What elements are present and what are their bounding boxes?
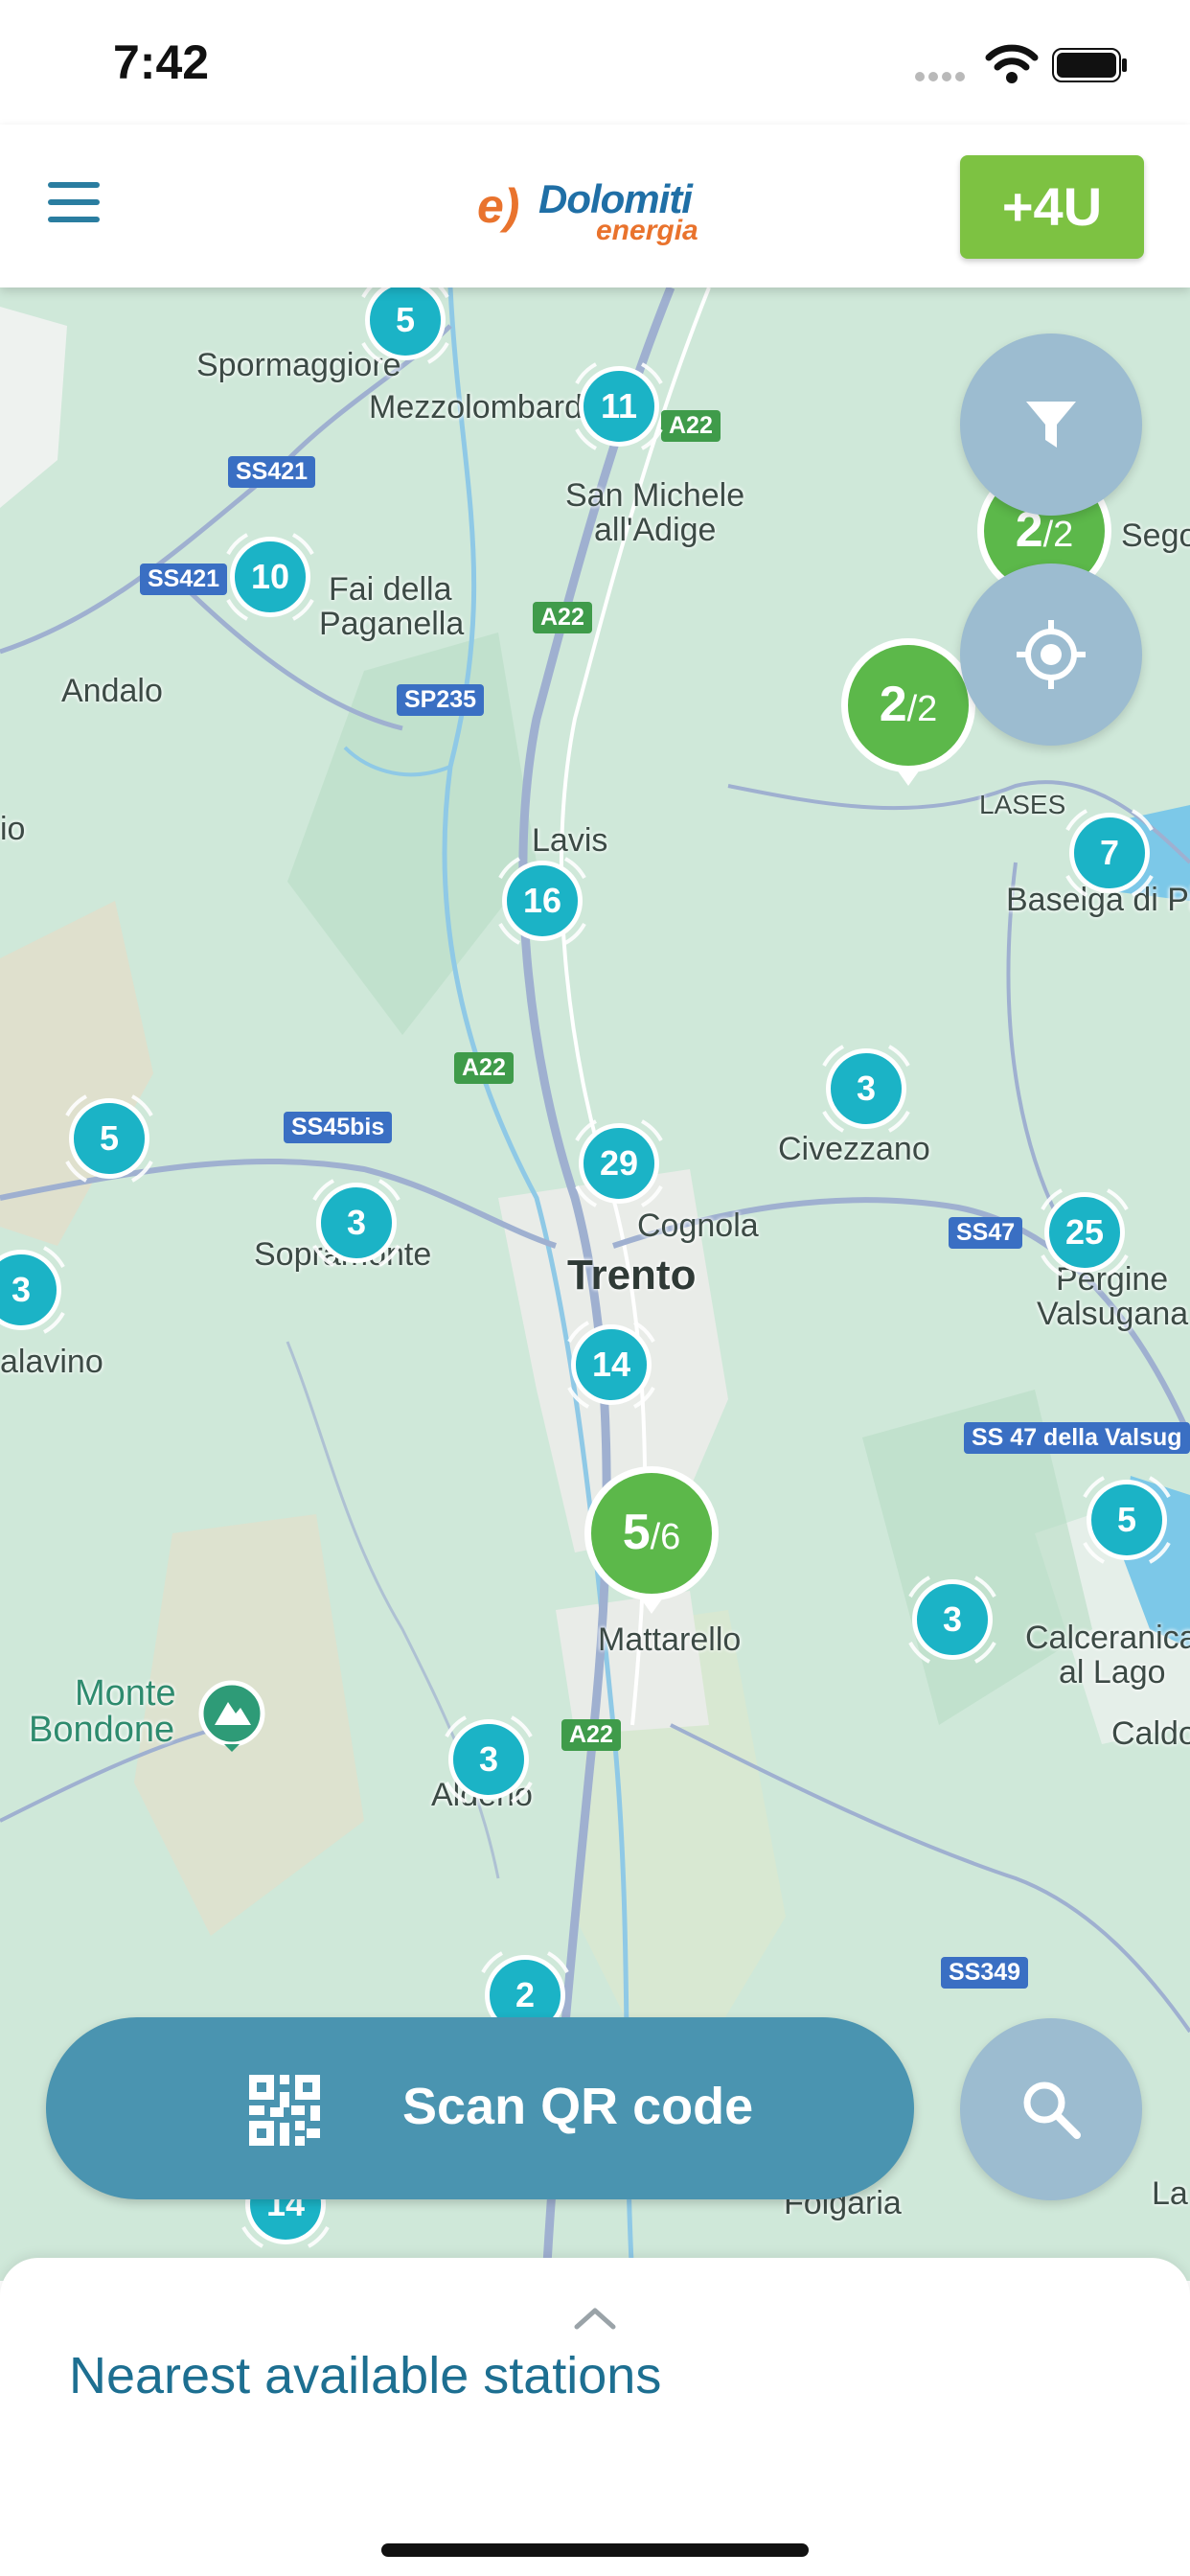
locate-me-button[interactable] [960,564,1142,746]
road-shield: SS421 [228,456,316,488]
logo-mark: e) [477,179,520,233]
station-cluster[interactable]: 3 [822,1045,910,1133]
station-cluster[interactable]: 11 [575,362,663,450]
station-available: 5 [622,1505,651,1560]
road-shield: SP235 [397,684,485,716]
place-label: Mattarello [598,1622,742,1658]
road-shield: SS45bis [284,1112,393,1143]
station-available: 2 [879,677,907,732]
cluster-count: 16 [502,861,583,941]
place-label-park: Monte [75,1673,176,1714]
cluster-count: 5 [1087,1480,1167,1560]
road-shield: SS 47 della Valsug [964,1422,1190,1454]
place-label: Fai della [329,571,452,608]
place-label-park: Bondone [29,1710,175,1750]
station-total: /2 [1042,515,1074,555]
station-cluster[interactable]: 14 [567,1321,655,1409]
status-bar: 7:42 [0,0,1190,125]
station-cluster[interactable]: 25 [1041,1188,1129,1276]
home-indicator[interactable] [381,2543,809,2557]
road-shield: SS349 [941,1957,1029,1989]
cluster-count: 10 [230,537,310,617]
station-cluster[interactable]: 16 [498,857,586,945]
station-cluster[interactable]: 3 [0,1246,65,1334]
cluster-count: 25 [1044,1192,1125,1273]
station-cluster[interactable]: 29 [575,1119,663,1208]
place-label: San Michele [565,477,745,514]
station-pin[interactable]: 2/2 [841,638,975,792]
station-cluster[interactable]: 10 [226,533,314,621]
cluster-count: 3 [912,1579,993,1660]
chevron-up-icon[interactable] [573,2306,617,2331]
road-shield: SS47 [949,1217,1023,1249]
road-shield: A22 [454,1052,514,1084]
place-label: La [1152,2175,1188,2212]
cluster-count: 14 [571,1324,652,1405]
station-total: /6 [650,1517,681,1557]
station-cluster[interactable]: 7 [1065,809,1154,897]
station-cluster[interactable]: 3 [445,1715,533,1804]
place-label: Caldo [1111,1715,1190,1752]
place-label: Calceranica [1025,1620,1190,1656]
battery-icon [1052,48,1127,82]
station-cluster[interactable]: 3 [908,1576,996,1664]
mountain-icon[interactable] [197,1679,266,1754]
filter-button[interactable] [960,334,1142,516]
place-label: al Lago [1059,1654,1166,1690]
status-time: 7:42 [113,35,210,89]
place-label: io [0,811,26,847]
nearest-stations-sheet[interactable]: Nearest available stations [0,2258,1190,2576]
crosshair-icon [1017,620,1086,689]
map-view[interactable]: Spormaggiore Mezzolombardo San Michele a… [0,288,1190,2281]
wifi-icon [985,44,1039,83]
menu-button[interactable] [48,182,115,230]
scan-qr-label: Scan QR code [402,2078,754,2135]
filter-icon [1026,402,1076,448]
place-label: all'Adige [594,512,717,548]
cluster-count: 29 [579,1123,659,1204]
station-pin[interactable]: 5/6 [584,1466,719,1620]
place-label: Andalo [61,673,163,709]
hamburger-icon [48,182,100,188]
cluster-count: 3 [316,1183,397,1263]
station-cluster[interactable]: 3 [312,1179,400,1267]
station-cluster[interactable]: 5 [361,288,449,364]
road-shield: A22 [561,1719,621,1751]
search-icon [1023,2082,1081,2139]
cluster-count: 11 [579,366,659,447]
logo-sub: energia [596,215,698,246]
scan-qr-button[interactable]: Scan QR code [46,2017,914,2199]
cluster-count: 5 [69,1098,149,1179]
place-label: Segon [1121,518,1190,554]
qr-code-icon [249,2075,320,2146]
sheet-title: Nearest available stations [69,2347,662,2404]
app-header: e) Dolomiti energia +4U [0,125,1190,288]
station-cluster[interactable]: 5 [1083,1476,1171,1564]
plus-4u-button[interactable]: +4U [960,155,1144,259]
search-button[interactable] [960,2018,1142,2200]
station-total: /2 [906,689,938,729]
cellular-signal-icon [915,69,969,86]
place-label: Valsugana [1037,1296,1189,1332]
place-label-city: Trento [567,1252,697,1299]
place-label: Paganella [319,606,465,642]
station-cluster[interactable]: 5 [65,1094,153,1183]
cluster-count: 7 [1069,813,1150,893]
cluster-count: 3 [826,1048,906,1129]
road-shield: A22 [533,602,592,633]
cluster-count: 3 [448,1719,529,1800]
dolomiti-energia-logo: e) Dolomiti energia [469,163,738,249]
